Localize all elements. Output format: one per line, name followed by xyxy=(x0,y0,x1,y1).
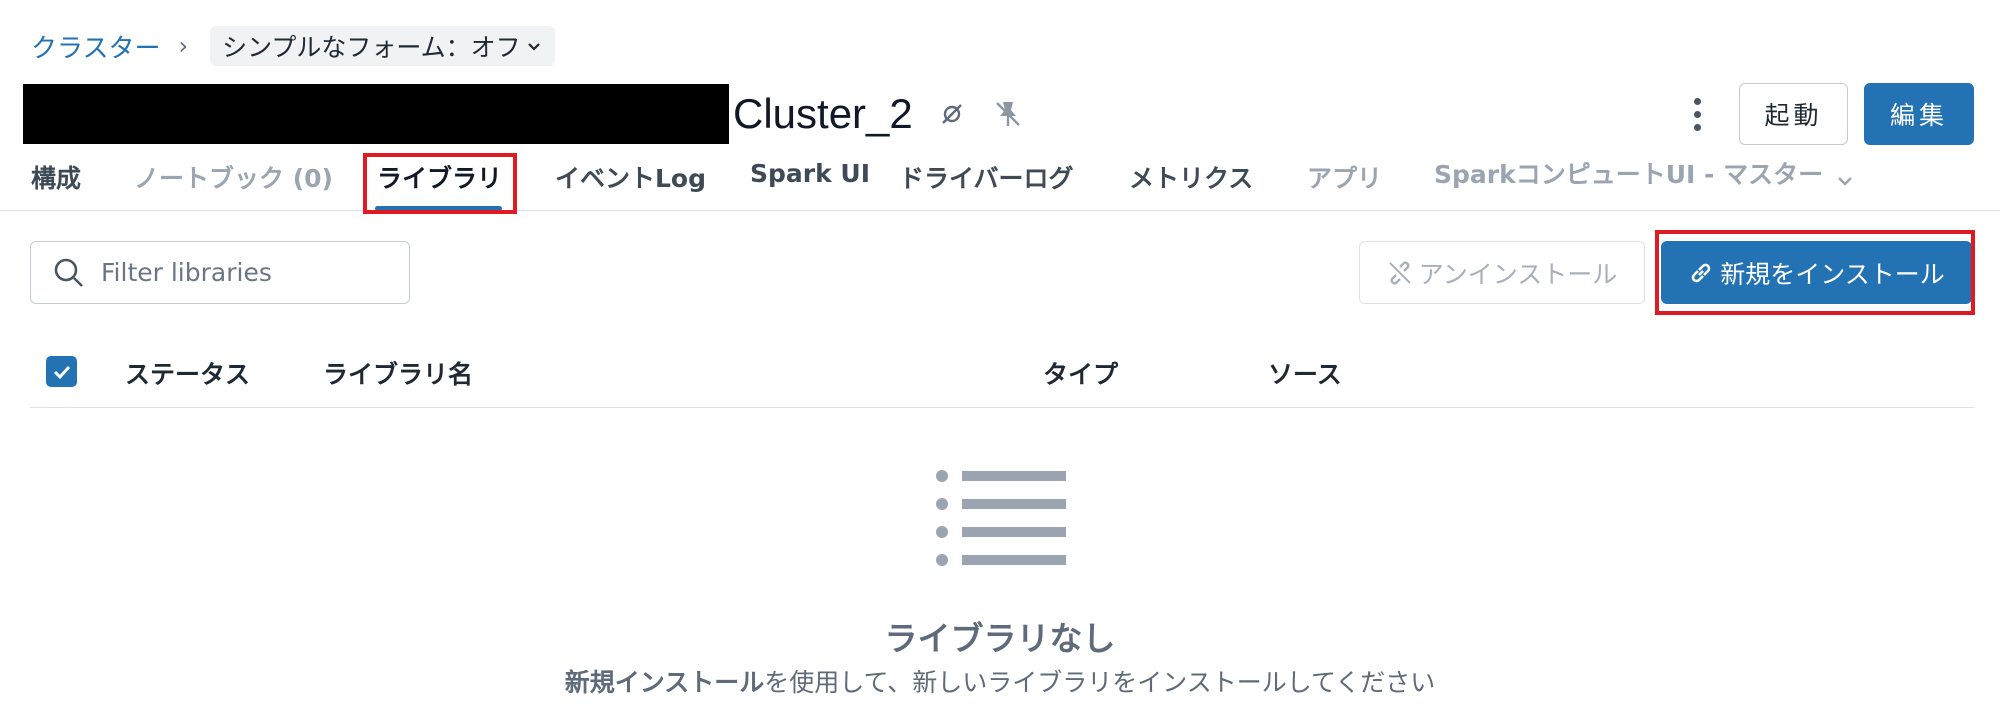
redacted-region xyxy=(23,84,729,144)
tabs-overflow-chevron-icon[interactable] xyxy=(1834,170,1856,192)
empty-state-title: ライブラリなし xyxy=(884,619,1116,658)
breadcrumb: クラスター › シンプルなフォーム：オフ xyxy=(31,26,555,66)
tab-configuration[interactable]: 構成 xyxy=(31,159,81,195)
search-icon xyxy=(54,258,83,287)
uninstall-label: アンインストール xyxy=(1418,259,1618,289)
empty-state-description-rest: を使用して、新しいライブラリをインストールしてください xyxy=(764,668,1436,697)
tab-notebooks[interactable]: ノートブック (0) xyxy=(134,159,333,195)
unlink-icon xyxy=(1389,261,1411,284)
empty-state-description-bold: 新規インストール xyxy=(564,668,765,697)
tab-spark-compute-ui-master[interactable]: SparkコンピュートUI - マスター xyxy=(1434,155,1823,191)
uninstall-button[interactable]: アンインストール xyxy=(1359,241,1645,304)
simple-form-toggle[interactable]: シンプルなフォーム：オフ xyxy=(210,26,555,66)
search-placeholder: Filter libraries xyxy=(101,258,272,287)
checkmark-icon xyxy=(53,365,70,379)
chevron-down-icon xyxy=(527,43,540,51)
tab-driver-logs[interactable]: ドライバーログ xyxy=(899,159,1074,195)
title-actions: 起動 編集 xyxy=(1677,83,1974,145)
table-header: ステータス ライブラリ名 タイプ ソース xyxy=(30,345,1974,408)
pin-icon[interactable] xyxy=(991,97,1025,131)
column-header-type[interactable]: タイプ xyxy=(1043,355,1118,391)
select-all-checkbox[interactable] xyxy=(46,356,77,387)
simple-form-toggle-label: シンプルなフォーム：オフ xyxy=(222,33,521,62)
highlight-box-libraries-tab xyxy=(363,153,517,214)
highlight-box-install-new-button xyxy=(1655,230,1975,315)
tab-apps[interactable]: アプリ xyxy=(1307,159,1382,195)
column-header-library-name[interactable]: ライブラリ名 xyxy=(323,355,473,391)
breadcrumb-clusters-link[interactable]: クラスター xyxy=(31,28,160,65)
tab-metrics[interactable]: メトリクス xyxy=(1129,159,1253,195)
list-icon xyxy=(936,470,1066,566)
edit-button[interactable]: 編集 xyxy=(1864,83,1974,145)
column-header-source[interactable]: ソース xyxy=(1268,355,1342,391)
title-row: Cluster_2 起動 編集 xyxy=(23,83,1974,145)
search-input[interactable]: Filter libraries xyxy=(30,241,410,304)
tab-bar: 構成 ノートブック (0) ライブラリ イベントLog Spark UI ドライ… xyxy=(0,153,2000,211)
column-header-status[interactable]: ステータス xyxy=(125,355,250,391)
hidden-icon[interactable] xyxy=(935,97,969,131)
start-button[interactable]: 起動 xyxy=(1739,83,1848,145)
tab-spark-ui[interactable]: Spark UI xyxy=(750,159,870,188)
more-options-icon[interactable] xyxy=(1677,84,1717,144)
empty-state-description: 新規インストールを使用して、新しいライブラリをインストールしてください xyxy=(0,663,2000,699)
breadcrumb-separator: › xyxy=(178,32,189,60)
page-title: Cluster_2 xyxy=(733,90,913,137)
tab-event-log[interactable]: イベントLog xyxy=(555,159,706,195)
